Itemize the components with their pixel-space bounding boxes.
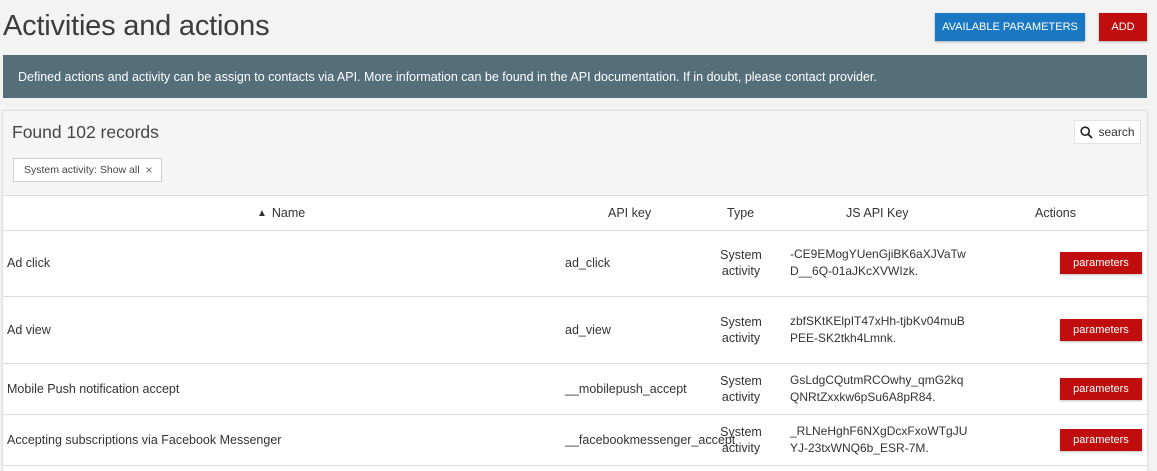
records-panel: Found 102 records search System activity… (3, 111, 1147, 471)
row-name: Ad click (7, 256, 51, 270)
search-button[interactable]: search (1074, 120, 1141, 144)
row-api-key: __facebookmessenger_accept (565, 433, 736, 447)
page-title: Activities and actions (3, 10, 270, 42)
close-icon[interactable]: × (146, 163, 153, 177)
table-row: Ad click ad_click System activity -CE9EM… (3, 230, 1147, 297)
panel-header: Found 102 records search System activity… (3, 111, 1147, 196)
table-header: ▲ Name API key Type JS API Key Actions (3, 196, 1147, 231)
column-type[interactable]: Type (727, 196, 754, 230)
row-type: System activity (720, 425, 762, 455)
parameters-button[interactable]: parameters (1060, 429, 1142, 451)
filter-chip-system-activity[interactable]: System activity: Show all × (13, 158, 162, 182)
row-js-api-key: zbfSKtKElpIT47xHh-tjbKv04muBPEE-SK2tkh4L… (790, 314, 965, 345)
row-actions: parameters (1060, 297, 1142, 363)
table-row: Mobile Push notification accept __mobile… (3, 364, 1147, 415)
parameters-button[interactable]: parameters (1060, 319, 1142, 341)
row-type: System activity (720, 374, 762, 404)
available-parameters-button[interactable]: AVAILABLE PARAMETERS (935, 13, 1085, 41)
row-js-api-key: GsLdgCQutmRCOwhy_qmG2kqQNRtZxxkw6pSu6A8p… (790, 373, 964, 404)
column-name-label: Name (271, 206, 306, 220)
column-js-api-key[interactable]: JS API Key (846, 196, 909, 230)
records-count: Found 102 records (12, 122, 159, 142)
info-banner: Defined actions and activity can be assi… (3, 55, 1147, 98)
row-js-api-key: _RLNeHghF6NXgDcxFxoWTgJUYJ-23txWNQ6b_ESR… (790, 424, 968, 455)
row-name: Accepting subscriptions via Facebook Mes… (7, 433, 282, 447)
table-row: Accepting subscriptions via Facebook Mes… (3, 415, 1147, 466)
row-type: System activity (720, 248, 762, 278)
parameters-button[interactable]: parameters (1060, 378, 1142, 400)
search-icon (1080, 125, 1094, 139)
column-actions: Actions (1035, 206, 1076, 220)
sort-asc-icon: ▲ (257, 207, 267, 219)
add-button[interactable]: ADD (1099, 13, 1147, 41)
search-label: search (1098, 125, 1135, 139)
info-banner-text: Defined actions and activity can be assi… (18, 69, 877, 84)
table-row: Ad view ad_view System activity zbfSKtKE… (3, 297, 1147, 364)
row-actions: parameters (1060, 230, 1142, 296)
parameters-button[interactable]: parameters (1060, 252, 1142, 274)
row-type: System activity (720, 315, 762, 345)
row-name: Mobile Push notification accept (7, 382, 180, 396)
row-js-api-key: -CE9EMogYUenGjiBK6aXJVaTwD__6Q-01aJKcXVW… (790, 247, 966, 278)
column-name[interactable]: ▲ Name (257, 196, 305, 230)
row-name: Ad view (7, 323, 51, 337)
column-api-key[interactable]: API key (608, 196, 651, 230)
row-api-key: ad_click (565, 256, 611, 270)
row-api-key: __mobilepush_accept (565, 382, 687, 396)
row-actions: parameters (1060, 364, 1142, 414)
filter-chip-label: System activity: Show all (24, 164, 140, 176)
row-actions: parameters (1060, 415, 1142, 465)
row-api-key: ad_view (565, 323, 611, 337)
